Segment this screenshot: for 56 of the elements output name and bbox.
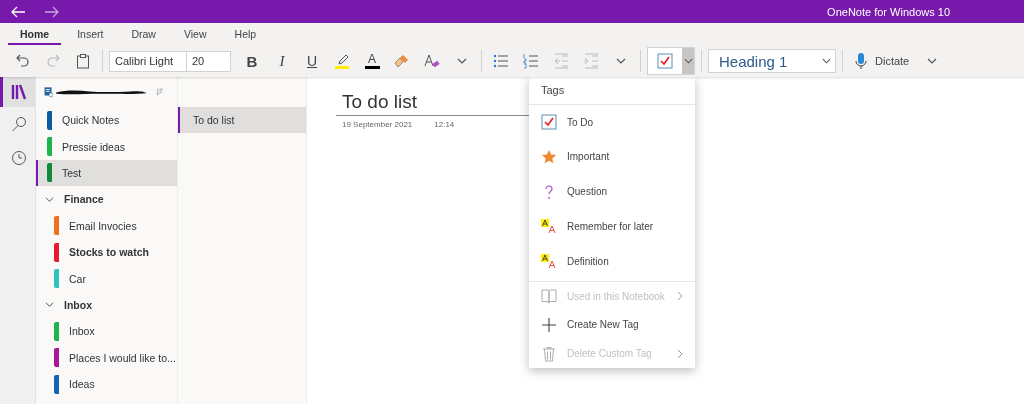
underline-button[interactable]: U <box>297 49 327 73</box>
chevron-icon <box>822 58 831 64</box>
search-icon[interactable] <box>11 116 27 134</box>
section-group[interactable]: Finance <box>36 186 177 213</box>
chevron-icon[interactable] <box>683 58 693 64</box>
microphone-icon <box>855 52 867 70</box>
ribbon-tab[interactable]: View <box>171 28 219 45</box>
tag-dropdown-button[interactable] <box>682 48 694 74</box>
section-item[interactable]: Car <box>36 265 177 292</box>
chevron-icon[interactable] <box>927 58 938 64</box>
undo-icon[interactable] <box>15 53 31 69</box>
window-title: OneNote for Windows 10 <box>827 5 950 18</box>
clock-icon[interactable] <box>11 149 27 167</box>
font-color-button[interactable]: A <box>357 49 387 73</box>
menu-item[interactable]: Question <box>529 174 695 210</box>
ribbon-tab[interactable]: Help <box>222 28 269 45</box>
page-time: 12:14 <box>434 120 455 129</box>
menu-item[interactable]: Important <box>529 139 695 175</box>
page-date: 19 September 2021 <box>342 120 413 129</box>
page-item[interactable]: To do list <box>178 107 306 133</box>
section-item[interactable]: Quick Notes <box>36 107 177 134</box>
notebooks-icon[interactable] <box>11 83 27 101</box>
bullet-list-icon[interactable] <box>493 53 509 69</box>
ribbon-tab[interactable]: Insert <box>65 28 116 45</box>
back-icon[interactable] <box>10 5 26 18</box>
section-item[interactable]: Test <box>36 159 177 187</box>
trash-icon <box>541 345 557 362</box>
dictate-button[interactable]: Dictate <box>847 52 918 70</box>
highlighter-icon[interactable] <box>334 53 350 69</box>
chevron-icon[interactable] <box>457 58 467 64</box>
book-icon <box>541 288 557 305</box>
menu-item[interactable]: Definition <box>529 243 695 279</box>
forward-icon[interactable] <box>44 5 60 18</box>
menu-item[interactable]: Remember for later <box>529 209 695 244</box>
italic-button[interactable]: I <box>267 49 297 73</box>
star-icon <box>541 148 557 165</box>
chevron-icon[interactable] <box>616 58 626 64</box>
section-group[interactable]: Inbox <box>36 291 177 319</box>
style-dropdown[interactable]: Heading 1 <box>708 49 836 73</box>
plus-icon <box>541 316 557 333</box>
section-item[interactable]: Ideas <box>36 370 177 398</box>
clear-formatting-icon[interactable] <box>424 53 440 69</box>
highlighted-letters-icon <box>541 253 557 270</box>
section-item[interactable]: Stocks to watch <box>36 238 177 266</box>
todo-checkbox-icon[interactable] <box>657 53 673 69</box>
section-item[interactable]: Pressie ideas <box>36 133 177 160</box>
section-item[interactable]: Places I would like to... <box>36 344 177 371</box>
section-item[interactable]: Email Invocies <box>36 212 177 239</box>
menu-item[interactable]: Create New Tag <box>529 310 695 340</box>
menu-title: Tags <box>529 77 695 105</box>
ribbon-tab[interactable]: Draw <box>119 28 168 45</box>
clipboard-icon[interactable] <box>75 53 91 69</box>
section-item[interactable]: Inbox <box>36 318 177 345</box>
todo-checkbox-icon <box>541 114 557 131</box>
highlighted-letters-icon <box>541 218 557 235</box>
bold-button[interactable]: B <box>237 49 267 73</box>
